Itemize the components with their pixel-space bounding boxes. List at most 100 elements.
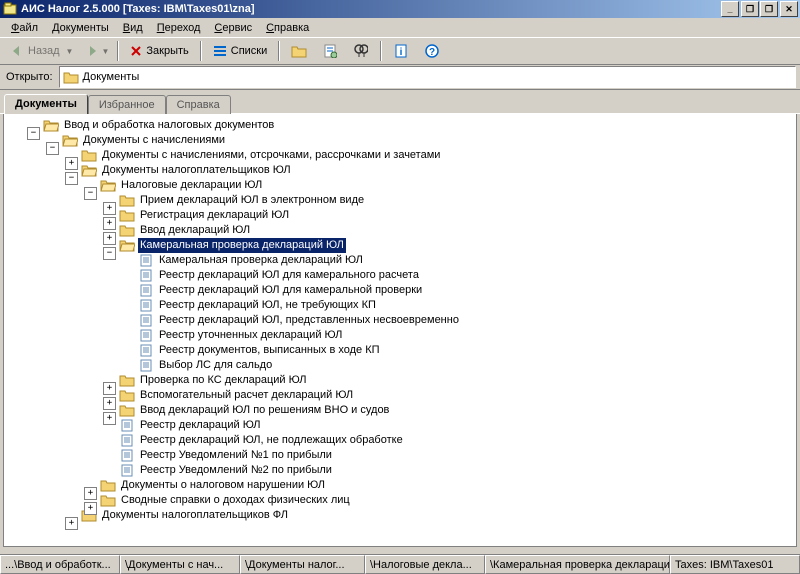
- tree-item-label: Документы налогоплательщиков ФЛ: [100, 508, 290, 523]
- tree-item[interactable]: Выбор ЛС для сальдо: [6, 358, 794, 373]
- forward-button[interactable]: ▼: [81, 39, 113, 63]
- tree-item[interactable]: −Налоговые декларации ЮЛ: [6, 178, 794, 193]
- tree-item[interactable]: Реестр Уведомлений №1 по прибыли: [6, 448, 794, 463]
- expander-icon[interactable]: +: [65, 157, 78, 170]
- expander-icon[interactable]: +: [84, 502, 97, 515]
- tree-item[interactable]: +Вспомогательный расчет деклараций ЮЛ: [6, 388, 794, 403]
- close-doc-label: Закрыть: [146, 45, 188, 57]
- tree-item-label: Реестр Уведомлений №1 по прибыли: [138, 448, 334, 463]
- close-doc-button[interactable]: Закрыть: [123, 39, 195, 63]
- back-button[interactable]: Назад ▼: [3, 39, 80, 63]
- info-button[interactable]: i: [386, 39, 416, 63]
- open-folder-button[interactable]: [284, 39, 314, 63]
- tree-pane[interactable]: −Ввод и обработка налоговых документов−Д…: [3, 114, 797, 547]
- tree-item[interactable]: +Сводные справки о доходах физических ли…: [6, 493, 794, 508]
- tree-item[interactable]: Камеральная проверка деклараций ЮЛ: [6, 253, 794, 268]
- tab-strip: Документы Избранное Справка: [0, 90, 800, 114]
- expander-icon[interactable]: −: [27, 127, 40, 140]
- window-title: АИС Налог 2.5.000 [Taxes: IBM\Taxes01\zn…: [21, 3, 719, 15]
- title-bar: АИС Налог 2.5.000 [Taxes: IBM\Taxes01\zn…: [0, 0, 800, 18]
- tree-item-label: Сводные справки о доходах физических лиц: [119, 493, 352, 508]
- tree-item[interactable]: Реестр документов, выписанных в ходе КП: [6, 343, 794, 358]
- menu-help[interactable]: Справка: [259, 20, 316, 36]
- tree-item[interactable]: Реестр деклараций ЮЛ для камеральной про…: [6, 283, 794, 298]
- find-button[interactable]: [346, 39, 376, 63]
- restore-button[interactable]: ❐: [760, 1, 778, 17]
- back-label: Назад: [28, 45, 60, 57]
- tree-item[interactable]: +Ввод деклараций ЮЛ: [6, 223, 794, 238]
- open-folder-icon: [100, 179, 116, 193]
- tree-item[interactable]: Реестр деклараций ЮЛ: [6, 418, 794, 433]
- tree-item[interactable]: −Документы с начислениями: [6, 133, 794, 148]
- expander-icon[interactable]: −: [65, 172, 78, 185]
- tree-item[interactable]: −Ввод и обработка налоговых документов: [6, 118, 794, 133]
- expander-icon[interactable]: +: [103, 217, 116, 230]
- close-button[interactable]: ✕: [780, 1, 798, 17]
- tree-item[interactable]: Реестр деклараций ЮЛ, не требующих КП: [6, 298, 794, 313]
- kameralnaya-proverka[interactable]: −Камеральная проверка деклараций ЮЛ: [6, 238, 794, 253]
- folder-icon: [100, 494, 116, 508]
- properties-button[interactable]: [315, 39, 345, 63]
- expander-icon[interactable]: −: [103, 247, 116, 260]
- expander-icon[interactable]: +: [103, 397, 116, 410]
- tree-item[interactable]: +Проверка по КС деклараций ЮЛ: [6, 373, 794, 388]
- status-cell-1[interactable]: ...\Ввод и обработк...: [0, 555, 120, 574]
- expander-icon[interactable]: −: [84, 187, 97, 200]
- expander-icon[interactable]: +: [65, 517, 78, 530]
- folder-icon: [119, 194, 135, 208]
- tree-item-label: Регистрация деклараций ЮЛ: [138, 208, 291, 223]
- status-cell-3[interactable]: \Документы налог...: [240, 555, 365, 574]
- tree-item[interactable]: +Прием деклараций ЮЛ в электронном виде: [6, 193, 794, 208]
- folder-icon: [119, 209, 135, 223]
- help-button[interactable]: ?: [417, 39, 447, 63]
- menu-service[interactable]: Сервис: [207, 20, 259, 36]
- document-icon: [138, 254, 154, 268]
- folder-icon: [119, 389, 135, 403]
- open-folder-icon: [43, 119, 59, 133]
- tree-item[interactable]: Реестр деклараций ЮЛ, не подлежащих обра…: [6, 433, 794, 448]
- tab-help[interactable]: Справка: [166, 95, 231, 114]
- tree-item-label: Вспомогательный расчет деклараций ЮЛ: [138, 388, 355, 403]
- tree-item[interactable]: +Документы налогоплательщиков ФЛ: [6, 508, 794, 523]
- tree-item-label: Документы с начислениями, отсрочками, ра…: [100, 148, 442, 163]
- tab-favorites[interactable]: Избранное: [88, 95, 166, 114]
- status-cell-4[interactable]: \Налоговые декла...: [365, 555, 485, 574]
- tree-item[interactable]: Реестр уточненных деклараций ЮЛ: [6, 328, 794, 343]
- menu-view[interactable]: Вид: [116, 20, 150, 36]
- tree-item[interactable]: +Документы с начислениями, отсрочками, р…: [6, 148, 794, 163]
- folder-icon: [63, 70, 79, 84]
- window-buttons: _ ❐ ❐ ✕: [719, 1, 798, 17]
- status-cell-2[interactable]: \Документы с нач...: [120, 555, 240, 574]
- tree-item[interactable]: −Документы налогоплательщиков ЮЛ: [6, 163, 794, 178]
- address-label: Открыто:: [4, 71, 55, 83]
- tab-documents[interactable]: Документы: [4, 94, 88, 114]
- address-value: Документы: [83, 71, 140, 83]
- minimize-button[interactable]: _: [721, 1, 739, 17]
- tree-item-label: Реестр деклараций ЮЛ, не требующих КП: [157, 298, 378, 313]
- tree-item[interactable]: +Документы о налоговом нарушении ЮЛ: [6, 478, 794, 493]
- tree-item[interactable]: Реестр деклараций ЮЛ для камерального ра…: [6, 268, 794, 283]
- tree-item-label: Реестр деклараций ЮЛ для камерального ра…: [157, 268, 421, 283]
- menu-go[interactable]: Переход: [150, 20, 208, 36]
- address-field[interactable]: Документы: [59, 66, 796, 88]
- tree-item[interactable]: +Регистрация деклараций ЮЛ: [6, 208, 794, 223]
- expander-icon[interactable]: +: [103, 412, 116, 425]
- maximize-button[interactable]: ❐: [741, 1, 759, 17]
- app-icon: [2, 1, 18, 17]
- tree-item[interactable]: +Ввод деклараций ЮЛ по решениям ВНО и су…: [6, 403, 794, 418]
- document-icon: [138, 329, 154, 343]
- menu-file[interactable]: Файл: [4, 20, 45, 36]
- menu-documents[interactable]: Документы: [45, 20, 116, 36]
- expander-icon[interactable]: +: [103, 202, 116, 215]
- expander-icon[interactable]: −: [46, 142, 59, 155]
- tree-item-label: Ввод деклараций ЮЛ: [138, 223, 252, 238]
- tree-item[interactable]: Реестр деклараций ЮЛ, представленных нес…: [6, 313, 794, 328]
- lists-button[interactable]: Списки: [206, 39, 275, 63]
- tree-item[interactable]: Реестр Уведомлений №2 по прибыли: [6, 463, 794, 478]
- expander-icon[interactable]: +: [84, 487, 97, 500]
- expander-icon[interactable]: +: [103, 232, 116, 245]
- status-cell-5[interactable]: \Камеральная проверка деклараций...: [485, 555, 670, 574]
- tree-item-label: Реестр деклараций ЮЛ, представленных нес…: [157, 313, 461, 328]
- expander-icon[interactable]: +: [103, 382, 116, 395]
- tree-item-label: Проверка по КС деклараций ЮЛ: [138, 373, 308, 388]
